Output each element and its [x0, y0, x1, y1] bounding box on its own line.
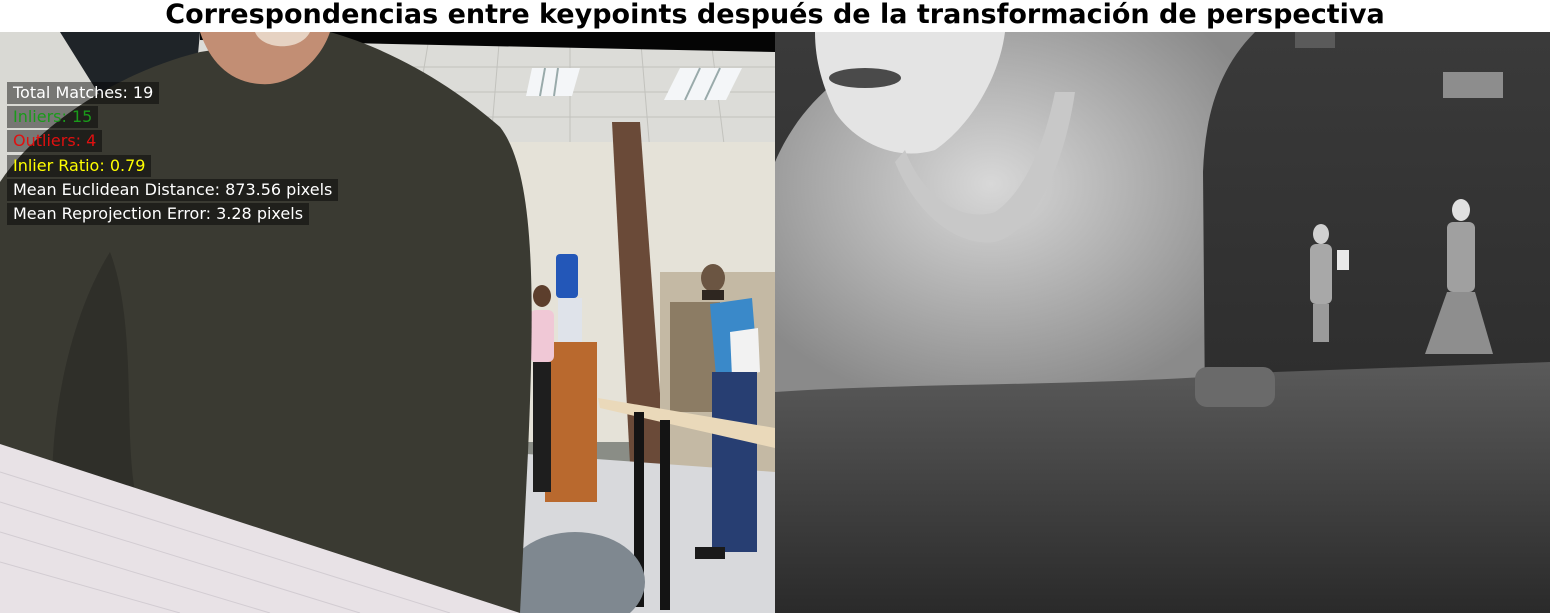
mean-euclidean-distance-label: Mean Euclidean Distance: 873.56 pixels	[7, 179, 339, 201]
total-matches-label: Total Matches: 19	[7, 82, 160, 104]
figure-title: Correspondencias entre keypoints después…	[165, 0, 1385, 30]
rgb-scene	[0, 32, 775, 613]
rgb-image-panel: Total Matches: 19 Inliers: 15 Outliers: …	[0, 32, 775, 613]
inliers-label: Inliers: 15	[7, 106, 99, 128]
thermal-scene	[775, 32, 1550, 613]
thermal-image-panel	[775, 32, 1550, 613]
outliers-label: Outliers: 4	[7, 130, 103, 152]
ceiling-light	[526, 67, 580, 97]
mean-reprojection-error-label: Mean Reprojection Error: 3.28 pixels	[7, 203, 310, 225]
inlier-ratio-label: Inlier Ratio: 0.79	[7, 155, 152, 177]
